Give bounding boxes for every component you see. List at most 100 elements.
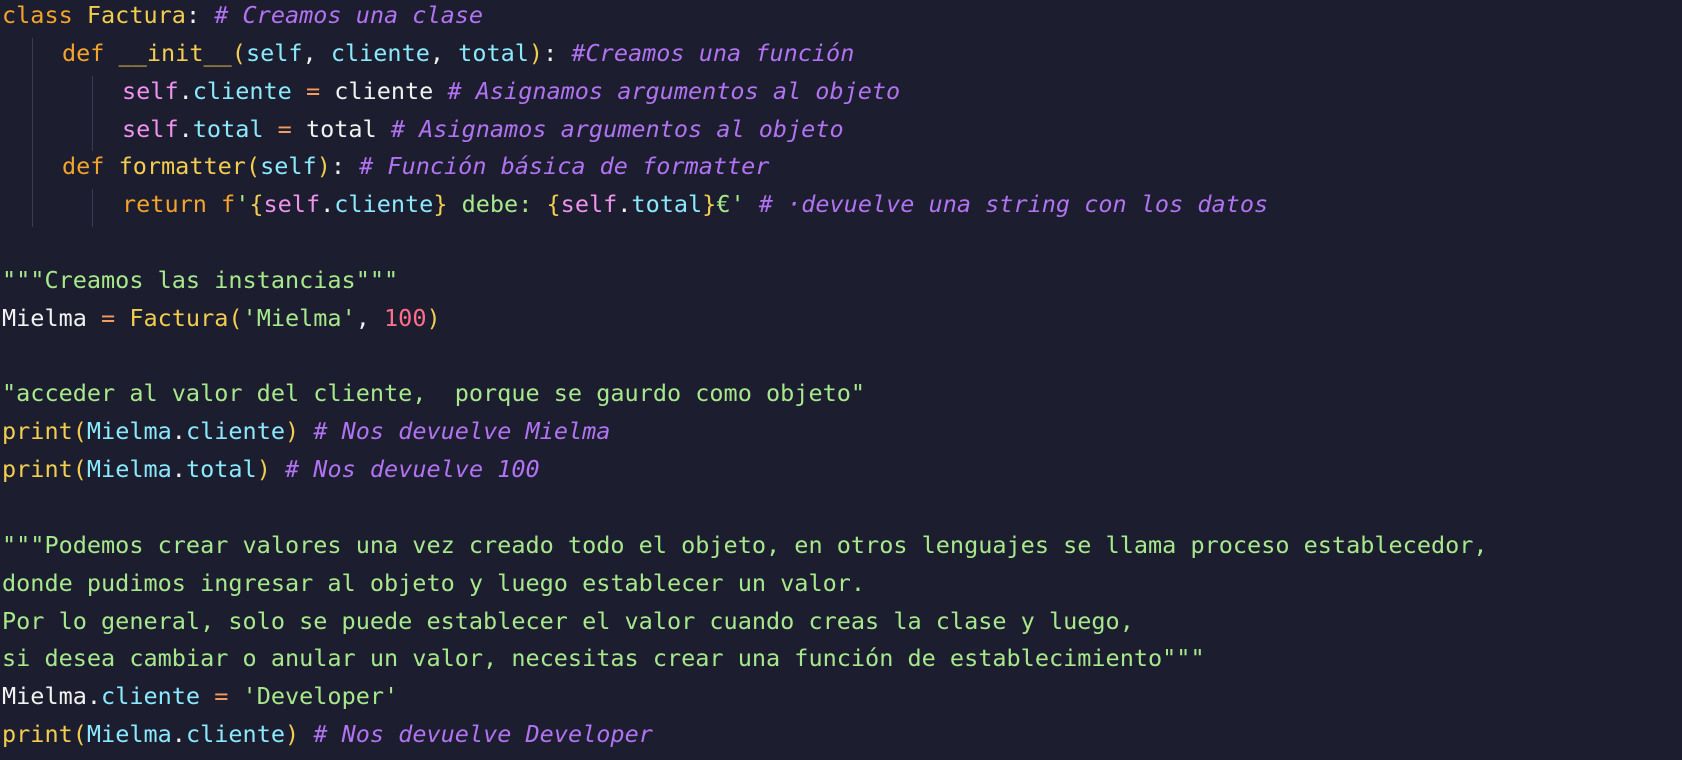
code-token-attr: cliente bbox=[185, 720, 285, 749]
code-token-num: 100 bbox=[384, 303, 427, 332]
code-token-kw: f bbox=[221, 190, 236, 219]
code-token-fn: formatter bbox=[118, 152, 246, 181]
code-line[interactable]: return f'{self.cliente} debe: {self.tota… bbox=[0, 189, 1682, 228]
code-token-punc: . bbox=[86, 682, 102, 711]
code-token-com: # Asignamos argumentos al objeto bbox=[447, 76, 901, 105]
code-line[interactable]: print(Mielma.cliente) # Nos devuelve Dev… bbox=[0, 719, 1682, 757]
code-line[interactable]: Por lo general, solo se puede establecer… bbox=[0, 606, 1682, 644]
code-token-com: # Función básica de formatter bbox=[359, 152, 770, 181]
indent-guide bbox=[32, 189, 33, 228]
code-token-str: 'Developer' bbox=[242, 682, 399, 711]
code-token-attr: cliente bbox=[192, 76, 292, 105]
code-token-punc: , bbox=[355, 303, 385, 332]
code-line[interactable] bbox=[0, 341, 1682, 379]
code-token-brk: ( bbox=[231, 38, 246, 67]
code-token-str: ' bbox=[235, 190, 250, 219]
code-token-kw: return bbox=[122, 190, 222, 219]
code-token-brk: } bbox=[433, 190, 448, 219]
indent-guide bbox=[32, 37, 33, 76]
code-line[interactable]: print(Mielma.cliente) # Nos devuelve Mie… bbox=[0, 416, 1682, 454]
code-token-var: Mielma bbox=[2, 682, 87, 711]
code-token-punc bbox=[745, 190, 759, 218]
code-token-punc: , bbox=[429, 38, 459, 67]
code-token-cls: Factura bbox=[86, 1, 186, 29]
code-token-punc: . bbox=[171, 417, 186, 446]
code-token-brk: { bbox=[546, 190, 561, 219]
code-line[interactable]: print(Mielma.total) # Nos devuelve 100 bbox=[0, 454, 1682, 492]
code-token-brk: ( bbox=[245, 152, 261, 181]
indent-guide bbox=[92, 113, 93, 152]
code-token-op: = bbox=[291, 76, 335, 105]
code-token-punc bbox=[299, 417, 313, 445]
code-line[interactable]: Mielma.cliente = 'Developer' bbox=[0, 681, 1682, 719]
code-line[interactable]: si desea cambiar o anular un valor, nece… bbox=[0, 643, 1682, 681]
code-token-var: total bbox=[305, 114, 377, 143]
code-token-brk: { bbox=[249, 190, 264, 219]
code-token-self: self bbox=[122, 114, 179, 143]
code-line[interactable]: def formatter(self): # Función básica de… bbox=[0, 151, 1682, 190]
code-line[interactable]: """Podemos crear valores una vez creado … bbox=[0, 530, 1682, 568]
code-token-punc: . bbox=[617, 190, 632, 219]
code-token-attr: self bbox=[260, 152, 317, 181]
code-token-var: cliente bbox=[334, 76, 434, 105]
code-token-str: Por lo general, solo se puede establecer… bbox=[2, 606, 1134, 635]
code-line[interactable]: class Factura: # Creamos una clase bbox=[0, 0, 1682, 38]
code-token-fn: print bbox=[2, 455, 73, 484]
code-line[interactable]: """Creamos las instancias""" bbox=[0, 265, 1682, 303]
code-token-fn: __init__ bbox=[118, 38, 232, 67]
code-line[interactable]: self.total = total # Asignamos argumento… bbox=[0, 113, 1682, 152]
code-editor[interactable]: class Factura: # Creamos una clase def __… bbox=[0, 0, 1682, 760]
indent-guide bbox=[32, 75, 33, 114]
indent-guide bbox=[32, 113, 33, 152]
code-line[interactable] bbox=[0, 492, 1682, 530]
code-line[interactable] bbox=[0, 227, 1682, 265]
code-token-punc: . bbox=[171, 720, 186, 749]
code-line[interactable]: Mielma = Factura('Mielma', 100) bbox=[0, 303, 1682, 341]
indent-guide bbox=[32, 151, 33, 190]
code-token-brk: ( bbox=[72, 417, 87, 446]
code-token-punc: . bbox=[178, 76, 193, 105]
code-token-brk: ( bbox=[72, 455, 87, 484]
code-token-kw: def bbox=[62, 152, 119, 181]
code-token-punc bbox=[433, 77, 447, 105]
code-line[interactable]: donde pudimos ingresar al objeto y luego… bbox=[0, 568, 1682, 606]
code-token-attr: Mielma bbox=[86, 417, 172, 446]
code-token-kw: def bbox=[62, 38, 119, 67]
code-token-self: self bbox=[122, 76, 179, 105]
code-token-str: """Creamos las instancias""" bbox=[2, 265, 399, 294]
code-token-punc: . bbox=[178, 114, 193, 143]
code-token-str: """Podemos crear valores una vez creado … bbox=[2, 530, 1488, 559]
code-token-attr: Mielma bbox=[86, 455, 172, 484]
code-token-punc: : bbox=[543, 38, 572, 67]
code-token-brk: ) bbox=[426, 303, 441, 332]
code-token-fn: print bbox=[2, 720, 73, 749]
code-token-brk: } bbox=[702, 190, 717, 219]
code-line[interactable]: self.cliente = cliente # Asignamos argum… bbox=[0, 75, 1682, 114]
code-token-punc bbox=[271, 455, 285, 483]
code-token-attr: cliente bbox=[101, 682, 201, 711]
code-token-str: 'Mielma' bbox=[242, 303, 356, 332]
indent-guide bbox=[92, 189, 93, 228]
code-token-var: Mielma bbox=[2, 303, 87, 332]
code-line[interactable]: "acceder al valor del cliente, porque se… bbox=[0, 378, 1682, 416]
code-token-brk: ) bbox=[256, 455, 271, 484]
code-token-attr: total bbox=[185, 455, 257, 484]
code-token-punc: . bbox=[320, 190, 335, 219]
code-token-com: # Nos devuelve Developer bbox=[313, 720, 653, 749]
code-token-attr: self bbox=[245, 38, 303, 67]
code-token-attr: total bbox=[631, 190, 703, 219]
code-token-kw: class bbox=[2, 1, 87, 29]
code-token-punc bbox=[377, 115, 391, 143]
code-token-com: #Creamos una función bbox=[571, 38, 855, 67]
code-token-self: self bbox=[560, 190, 618, 219]
code-token-fn: print bbox=[2, 417, 73, 446]
code-token-str: donde pudimos ingresar al objeto y luego… bbox=[2, 568, 866, 597]
code-token-op: = bbox=[263, 114, 306, 143]
code-token-attr: cliente bbox=[330, 38, 430, 67]
code-token-brk: ) bbox=[316, 152, 331, 181]
code-line[interactable]: def __init__(self, cliente, total): #Cre… bbox=[0, 37, 1682, 76]
code-token-self: self bbox=[263, 190, 321, 219]
code-token-attr: cliente bbox=[334, 190, 434, 219]
code-token-attr: cliente bbox=[185, 417, 285, 446]
code-token-attr: total bbox=[192, 114, 264, 143]
